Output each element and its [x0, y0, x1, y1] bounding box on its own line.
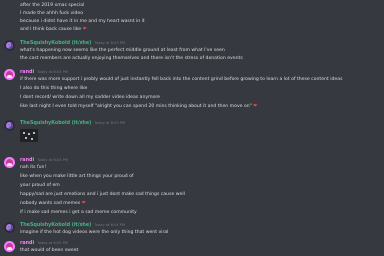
message-line: because i didnt have it in me and my hea… — [20, 19, 145, 24]
message-text: nobody wants sad memes — [20, 201, 81, 206]
timestamp: Today at 6:04 PM — [37, 158, 68, 162]
message-text: like last night I even told myself "alri… — [20, 104, 252, 109]
avatar[interactable] — [4, 241, 15, 252]
message-text: and I think back cause like — [20, 27, 82, 32]
message-line: that would of been sweet — [20, 248, 79, 253]
heart-emoji-icon: ❤ — [82, 27, 87, 32]
message-header: TheSquishyKobold (it/she) Today at 6:04 P… — [20, 222, 125, 229]
username[interactable]: randi — [20, 241, 34, 246]
message-line: if there was more support i probly would… — [20, 77, 343, 82]
username[interactable]: TheSquishyKobold (it/she) — [20, 41, 91, 46]
message-header: TheSquishyKobold (it/she) Today at 6:03 P… — [20, 120, 125, 127]
username[interactable]: TheSquishyKobold (it/she) — [20, 223, 91, 228]
message-header: randi Today at 6:05 PM — [20, 240, 68, 247]
message-line: your proud of em — [20, 183, 60, 188]
timestamp: Today at 6:03 PM — [94, 121, 126, 125]
message-line: imagine if the hot dog videos were the o… — [20, 230, 169, 235]
timestamp: Today at 6:05 PM — [37, 241, 68, 245]
message-line: if i make sad memes i get a sad meme com… — [20, 210, 137, 215]
message-line: nah its fun! — [20, 165, 47, 170]
message-line: I also do this thing where like — [20, 86, 88, 91]
timestamp: Today at 6:04 PM — [94, 223, 126, 227]
message-line: I dont record/ write down all my sadder … — [20, 95, 160, 100]
avatar[interactable] — [4, 69, 15, 80]
image-attachment[interactable] — [20, 129, 38, 142]
heart-emoji-icon: ❤ — [81, 201, 86, 206]
message-line: I made the ahhh fuck video — [20, 11, 84, 16]
message-line: the cast members are actually enjoying t… — [20, 56, 243, 61]
message-line: like when you make little art things you… — [20, 174, 134, 179]
message-line: after the 2019 xmas special — [20, 3, 85, 8]
avatar[interactable] — [4, 222, 15, 233]
heart-emoji-icon: ❤ — [253, 104, 258, 109]
avatar[interactable] — [4, 120, 15, 131]
message-header: TheSquishyKobold (it/she) Today at 6:03 P… — [20, 40, 125, 47]
message-line: what's happening now seems like the perf… — [20, 48, 225, 53]
username[interactable]: TheSquishyKobold (it/she) — [20, 121, 91, 126]
username[interactable]: randi — [20, 70, 34, 75]
message-line: like last night I even told myself "alri… — [20, 104, 257, 110]
message-line: nobody wants sad memes ❤ — [20, 201, 86, 207]
avatar[interactable] — [4, 157, 15, 168]
message-header: randi Today at 6:03 PM — [20, 69, 68, 76]
message-line: and I think back cause like ❤ — [20, 27, 86, 33]
timestamp: Today at 6:03 PM — [94, 41, 126, 45]
message-line: happy/sad are just emotions and i just d… — [20, 192, 185, 197]
message-header: randi Today at 6:04 PM — [20, 157, 68, 164]
username[interactable]: randi — [20, 158, 34, 163]
avatar[interactable] — [4, 40, 15, 51]
timestamp: Today at 6:03 PM — [37, 70, 68, 74]
chat-log: after the 2019 xmas special I made the a… — [0, 0, 384, 256]
